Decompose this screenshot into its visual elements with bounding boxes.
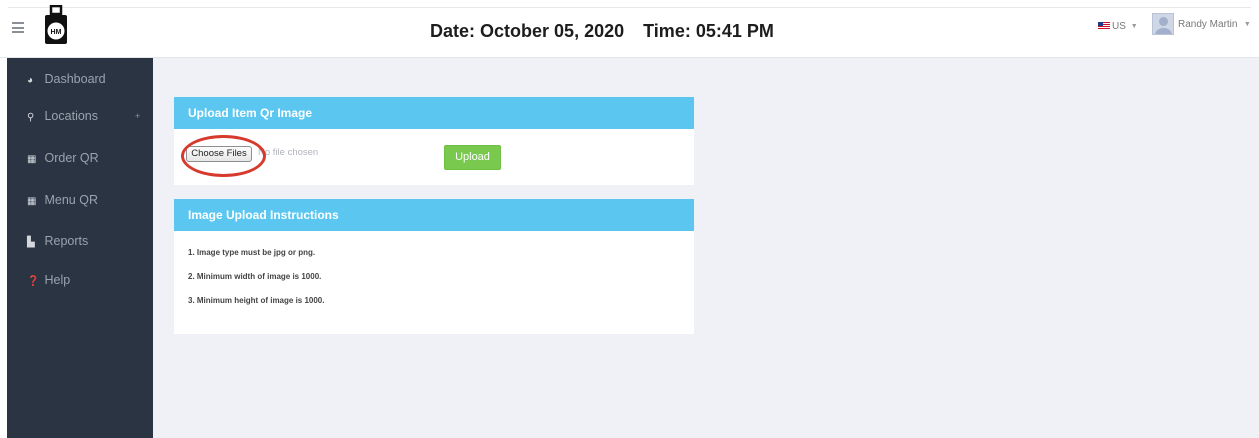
instructions-panel: Image Upload Instructions 1. Image type … (174, 199, 694, 334)
instruction-item: 2. Minimum width of image is 1000. (188, 272, 322, 281)
instruction-item: 1. Image type must be jpg or png. (188, 248, 316, 257)
instructions-list: 1. Image type must be jpg or png. 2. Min… (188, 248, 324, 320)
language-label: US (1112, 21, 1126, 32)
choose-files-button[interactable]: Choose Files (186, 146, 252, 162)
sidebar-item-label: Order QR (44, 151, 99, 165)
date-time-display: Date: October 05, 2020 Time: 05:41 PM (430, 21, 774, 42)
avatar (1152, 13, 1174, 35)
expand-icon[interactable]: + (135, 103, 140, 129)
instructions-panel-title: Image Upload Instructions (174, 199, 694, 231)
menu-toggle-icon[interactable] (12, 22, 24, 33)
sidebar-item-help[interactable]: ❓ Help (7, 267, 153, 293)
sidebar-item-menu-qr[interactable]: ▦ Menu QR (7, 187, 153, 213)
sidebar-item-label: Help (44, 273, 71, 287)
file-icon: ▙ (27, 237, 35, 248)
sidebar: ◕ Dashboard ⚲ Locations + ▦ Order QR ▦ M… (7, 58, 153, 438)
upload-button[interactable]: Upload (444, 145, 501, 170)
sidebar-item-label: Reports (44, 234, 89, 248)
upload-panel: Upload Item Qr Image Choose Files No fil… (174, 97, 694, 185)
chevron-down-icon: ▼ (1243, 20, 1251, 28)
user-menu[interactable]: Randy Martin ▼ (1152, 13, 1251, 37)
sidebar-item-label: Menu QR (44, 193, 98, 207)
no-file-chosen-text: No file chosen (258, 147, 319, 158)
qrcode-icon: ▦ (27, 154, 37, 165)
time-label: Time: (643, 21, 691, 41)
sidebar-item-locations[interactable]: ⚲ Locations + (7, 103, 153, 129)
date-label: Date: (430, 21, 476, 41)
map-marker-icon: ⚲ (27, 112, 35, 123)
upload-panel-title: Upload Item Qr Image (174, 97, 694, 129)
sidebar-item-label: Dashboard (44, 72, 106, 86)
top-divider (8, 7, 1251, 8)
date-value: October 05, 2020 (480, 21, 625, 41)
qrcode-icon: ▦ (27, 196, 37, 207)
chevron-down-icon: ▼ (1130, 22, 1138, 30)
user-name: Randy Martin (1178, 18, 1238, 30)
brand-logo[interactable]: HM (42, 4, 70, 53)
main-content: Upload Item Qr Image Choose Files No fil… (153, 58, 1259, 438)
language-selector[interactable]: US ▼ (1098, 21, 1138, 32)
logo-text: HM (51, 29, 62, 36)
instruction-item: 3. Minimum height of image is 1000. (188, 296, 325, 305)
time-value: 05:41 PM (695, 21, 774, 41)
question-circle-icon: ❓ (27, 276, 40, 287)
dashboard-icon: ◕ (27, 75, 34, 86)
sidebar-item-reports[interactable]: ▙ Reports (7, 228, 153, 254)
top-bar: HM Date: October 05, 2020 Time: 05:41 PM… (0, 0, 1259, 58)
us-flag-icon (1098, 22, 1110, 31)
sidebar-item-dashboard[interactable]: ◕ Dashboard (7, 66, 153, 92)
sidebar-item-label: Locations (44, 109, 98, 123)
sidebar-item-order-qr[interactable]: ▦ Order QR (7, 145, 153, 171)
